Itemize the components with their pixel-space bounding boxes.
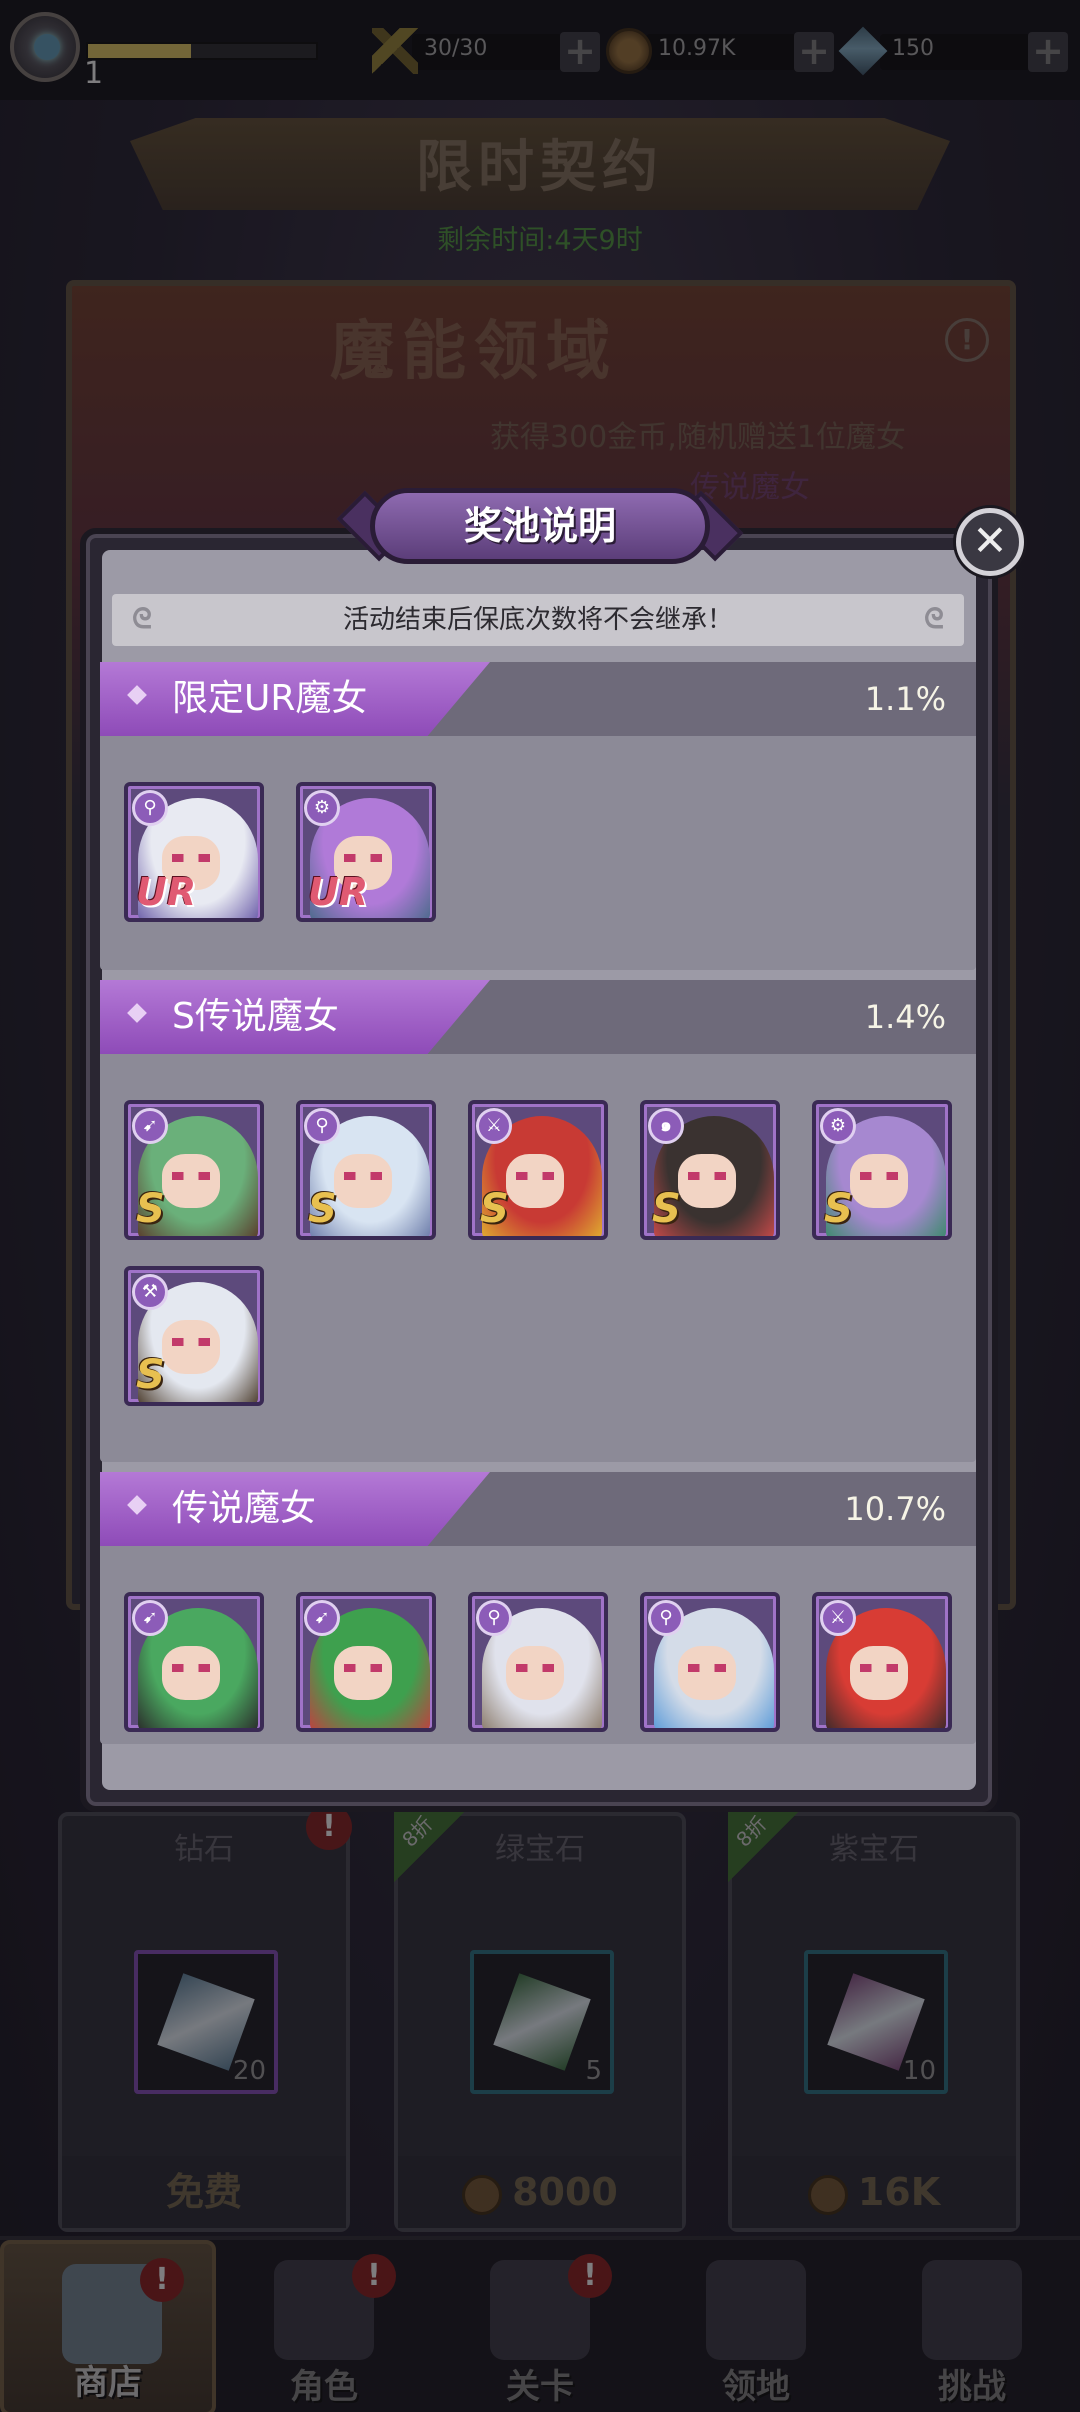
tier-header: S传说魔女 1.4% — [100, 980, 976, 1054]
character-face — [850, 1154, 908, 1208]
tier-header: 限定UR魔女 1.1% — [100, 662, 976, 736]
character-card[interactable]: ⚔ S — [468, 1100, 608, 1240]
rank-badge: S — [136, 1186, 165, 1232]
character-face — [506, 1646, 564, 1700]
tier-title: 传说魔女 — [172, 1488, 317, 1529]
character-face — [162, 1154, 220, 1208]
staff-icon: ⚲ — [304, 1108, 340, 1144]
prize-tier-section: S传说魔女 1.4% ➹ S ⚲ S ⚔ S ๑ S ⚙ S ⚒ S — [100, 980, 976, 1462]
staff-icon: ⚲ — [648, 1600, 684, 1636]
sparkle-icon — [127, 1495, 147, 1515]
tier-drop-rate: 1.4% — [864, 998, 946, 1036]
sword-icon: ⚔ — [820, 1600, 856, 1636]
gun-icon: ➹ — [132, 1600, 168, 1636]
rank-badge: S — [136, 1352, 165, 1398]
character-card[interactable]: ๑S — [640, 1100, 780, 1240]
character-card[interactable]: ➹ — [124, 1592, 264, 1732]
character-card[interactable]: ⚲ UR — [124, 782, 264, 922]
character-card[interactable]: ⚙ UR — [296, 782, 436, 922]
rank-badge: UR — [308, 870, 369, 914]
character-face — [162, 1320, 220, 1374]
gun-icon: ➹ — [132, 1108, 168, 1144]
character-face — [334, 1154, 392, 1208]
close-icon[interactable]: ✕ — [956, 508, 1024, 576]
wrench-icon: ⚒ — [132, 1274, 168, 1310]
modal-title: 奖池说明 — [463, 504, 616, 548]
gun-icon: ➹ — [304, 1600, 340, 1636]
tier-drop-rate: 1.1% — [864, 680, 946, 718]
character-face — [678, 1646, 736, 1700]
swirl-icon: ᘓ — [924, 602, 944, 635]
character-card[interactable]: ⚔ — [812, 1592, 952, 1732]
sparkle-icon — [127, 1003, 147, 1023]
staff-icon: ⚲ — [476, 1600, 512, 1636]
staff-icon: ⚲ — [132, 790, 168, 826]
tier-title: S传说魔女 — [172, 996, 339, 1037]
character-card[interactable]: ⚙ S — [812, 1100, 952, 1240]
prize-tier-section: 传说魔女 10.7% ➹ ➹ ⚲ ⚲ ⚔ — [100, 1472, 976, 1744]
character-face — [162, 1646, 220, 1700]
swirl-icon: ๑ — [648, 1108, 684, 1144]
modal-title-plate: 奖池说明 — [330, 478, 750, 574]
gear-icon: ⚙ — [304, 790, 340, 826]
gear-icon: ⚙ — [820, 1108, 856, 1144]
rank-badge: S — [652, 1186, 681, 1232]
tier-title: 限定UR魔女 — [172, 678, 368, 719]
character-card[interactable]: ➹ S — [124, 1100, 264, 1240]
notice-text: 活动结束后保底次数将不会继承！ — [342, 605, 733, 635]
tier-drop-rate: 10.7% — [844, 1490, 946, 1528]
rank-badge: UR — [136, 870, 197, 914]
character-face — [506, 1154, 564, 1208]
character-face — [678, 1154, 736, 1208]
sword-icon: ⚔ — [476, 1108, 512, 1144]
character-card[interactable]: ⚲ S — [296, 1100, 436, 1240]
prize-tier-section: 限定UR魔女 1.1% ⚲ UR ⚙ UR — [100, 662, 976, 970]
character-card[interactable]: ⚒ S — [124, 1266, 264, 1406]
rank-badge: S — [308, 1186, 337, 1232]
character-card[interactable]: ⚲ — [468, 1592, 608, 1732]
sparkle-icon — [127, 685, 147, 705]
rank-badge: S — [480, 1186, 509, 1232]
character-face — [334, 1646, 392, 1700]
character-card[interactable]: ⚲ — [640, 1592, 780, 1732]
rank-badge: S — [824, 1186, 853, 1232]
notice-banner: ᘓ 活动结束后保底次数将不会继承！ ᘓ — [112, 594, 964, 646]
character-face — [850, 1646, 908, 1700]
character-card[interactable]: ➹ — [296, 1592, 436, 1732]
tier-header: 传说魔女 10.7% — [100, 1472, 976, 1546]
